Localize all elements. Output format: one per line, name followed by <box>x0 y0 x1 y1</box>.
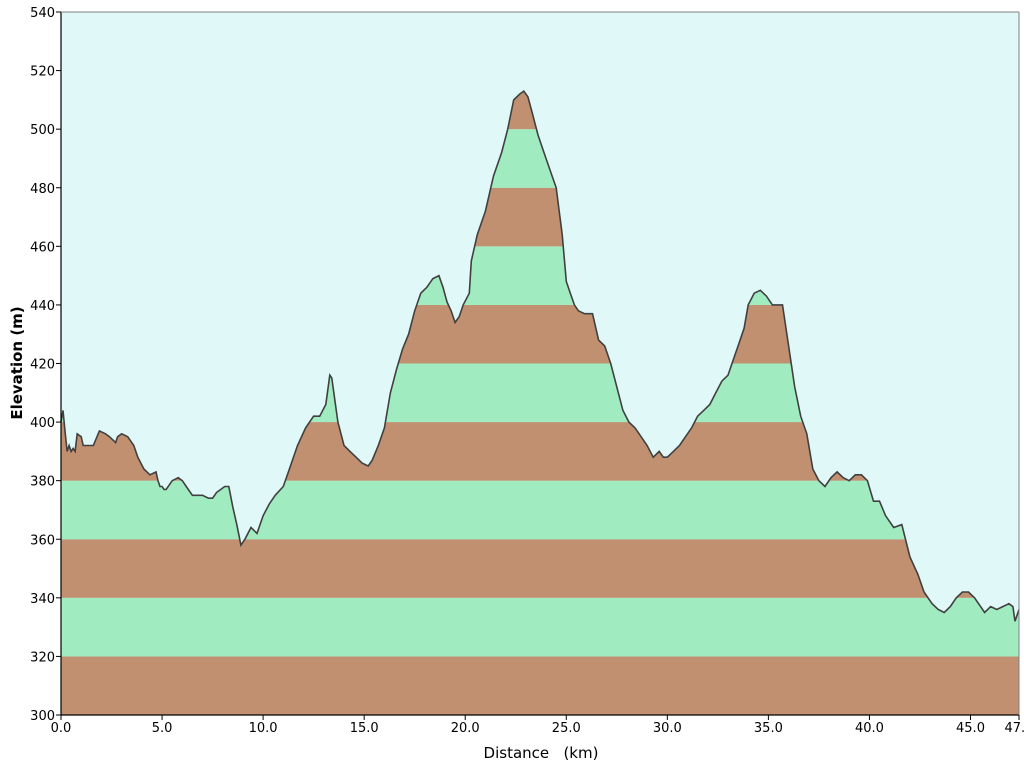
y-tick-label: 500 <box>30 123 55 138</box>
y-tick-label: 520 <box>30 65 55 80</box>
x-tick-label: 40.0 <box>855 721 884 736</box>
elevation-band-320 <box>61 597 1019 657</box>
y-tick-label: 300 <box>30 709 55 724</box>
x-tick-label: 35.0 <box>754 721 783 736</box>
y-tick-label: 360 <box>30 533 55 548</box>
elevation-band-300 <box>61 656 1019 715</box>
y-tick-label: 480 <box>30 182 55 197</box>
y-tick-label: 380 <box>30 475 55 490</box>
y-axis-title: Elevation (m) <box>8 306 26 419</box>
elevation-profile-chart: 0.0 5.0 10.0 15.0 20.0 25.0 30.0 35.0 40.0 45.0 47… <box>8 6 1024 762</box>
x-tick-label: 5.0 <box>152 721 173 736</box>
elevation-band-340 <box>61 539 1019 598</box>
y-tick-label: 440 <box>30 299 55 314</box>
x-tick-labels: 0.0 5.0 10.0 15.0 20.0 25.0 30.0 35.0 40.0 45.0 47… <box>51 721 1024 736</box>
y-tick-label: 420 <box>30 358 55 373</box>
y-tick-label: 460 <box>30 240 55 255</box>
y-tick-label: 540 <box>30 6 55 21</box>
x-tick-label: 45.0 <box>956 721 985 736</box>
y-tick-label: 400 <box>30 416 55 431</box>
y-tick-labels: 300 320 340 360 380 400 420 440 460 480 500 520 540 <box>30 6 55 724</box>
x-tick-label: 15.0 <box>350 721 379 736</box>
x-tick-label: 25.0 <box>552 721 581 736</box>
x-tick-label: 30.0 <box>653 721 682 736</box>
x-tick-label: 47.4 <box>1005 721 1024 736</box>
x-axis-title: Distance (km) <box>484 744 599 762</box>
x-tick-label: 10.0 <box>249 721 278 736</box>
x-tick-label: 20.0 <box>451 721 480 736</box>
y-tick-label: 340 <box>30 592 55 607</box>
y-tick-label: 320 <box>30 650 55 665</box>
